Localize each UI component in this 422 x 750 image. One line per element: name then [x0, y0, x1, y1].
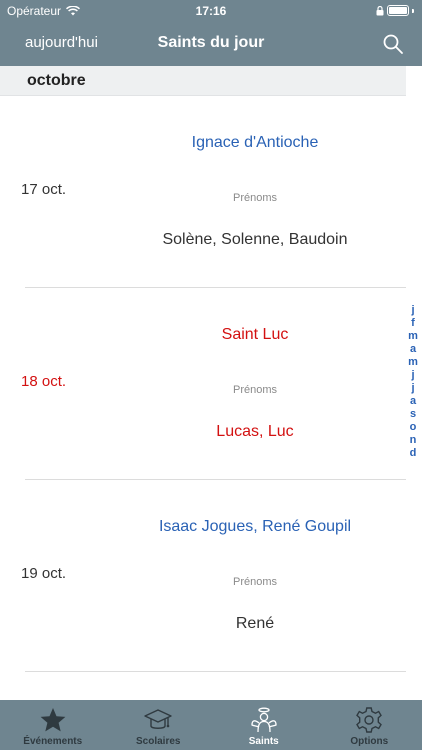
row-prenoms: Solène, Solenne, Baudoin [162, 231, 348, 248]
row-date: 17 oct. [21, 181, 67, 198]
month-label: octobre [27, 72, 86, 89]
row-prenoms-label: Prénoms [232, 384, 278, 396]
star-icon [40, 708, 66, 732]
status-time: 17:16 [195, 4, 227, 18]
tab-scolaires[interactable]: Scolaires [106, 700, 212, 750]
tab-options[interactable]: Options [317, 700, 422, 750]
index-letter-september[interactable]: s [410, 408, 416, 421]
status-bar: Opérateur 17:16 [0, 0, 422, 22]
index-letter-july[interactable]: j [411, 382, 414, 395]
row-divider [25, 671, 406, 672]
month-index[interactable]: j f m a m j j a s o n d [408, 304, 418, 460]
navigation-bar: aujourd'hui Saints du jour [0, 22, 422, 66]
table-row[interactable]: 17 oct. Ignace d'Antioche Prénoms Solène… [0, 96, 406, 288]
index-letter-january[interactable]: j [411, 304, 414, 317]
top-bar: Opérateur 17:16 aujourd'hui Saints du jo… [0, 0, 422, 66]
battery [376, 5, 414, 16]
index-letter-april[interactable]: a [410, 343, 416, 356]
index-letter-february[interactable]: f [411, 317, 415, 330]
row-saint[interactable]: Saint Luc [105, 326, 405, 344]
index-letter-october[interactable]: o [410, 421, 417, 434]
tab-bar: Événements Scolaires Saints Options [0, 700, 422, 750]
index-letter-august[interactable]: a [410, 395, 416, 408]
index-letter-december[interactable]: d [410, 447, 417, 460]
row-prenoms: Lucas, Luc [216, 423, 294, 440]
tab-label: Événements [23, 736, 83, 747]
index-letter-november[interactable]: n [410, 434, 417, 447]
today-button[interactable]: aujourd'hui [25, 34, 98, 51]
table-row[interactable]: 19 oct. Isaac Jogues, René Goupil Prénom… [0, 480, 406, 672]
tab-evenements[interactable]: Événements [0, 700, 106, 750]
gear-icon [356, 707, 383, 733]
row-prenoms: René [235, 615, 275, 632]
index-letter-may[interactable]: m [408, 356, 418, 369]
tab-label: Options [350, 736, 389, 747]
row-date: 18 oct. [21, 373, 67, 390]
search-icon[interactable] [382, 33, 404, 55]
row-saint[interactable]: Ignace d'Antioche [105, 134, 405, 152]
row-saint[interactable]: Isaac Jogues, René Goupil [105, 518, 405, 536]
index-letter-june[interactable]: j [411, 369, 414, 382]
index-letter-march[interactable]: m [408, 330, 418, 343]
orientation-lock-icon [376, 5, 384, 15]
angel-icon [251, 707, 277, 733]
graduation-cap-icon [144, 709, 172, 729]
month-section-header: octobre [0, 66, 406, 96]
row-prenoms-label: Prénoms [232, 192, 278, 204]
tab-saints[interactable]: Saints [211, 700, 317, 750]
battery-icon [387, 5, 409, 16]
tab-label: Saints [248, 736, 279, 747]
table-row[interactable]: 18 oct. Saint Luc Prénoms Lucas, Luc [0, 288, 406, 480]
tab-label: Scolaires [136, 736, 181, 747]
row-date: 19 oct. [21, 565, 67, 582]
saints-list: 17 oct. Ignace d'Antioche Prénoms Solène… [0, 96, 406, 672]
row-prenoms-label: Prénoms [232, 576, 278, 588]
